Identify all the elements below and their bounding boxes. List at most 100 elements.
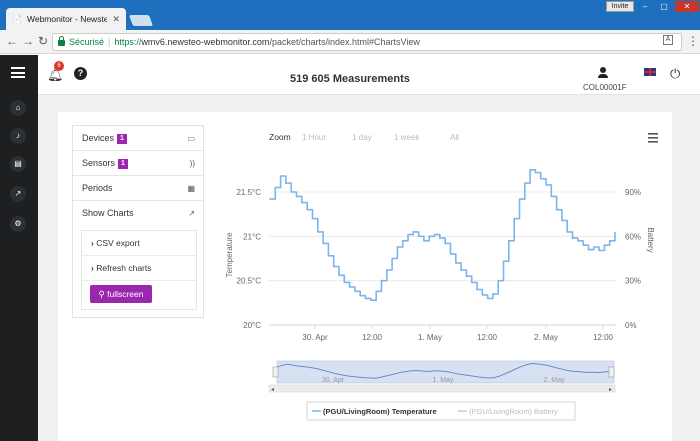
forward-icon[interactable]: → (22, 34, 34, 48)
data-point (380, 279, 383, 282)
navigator-tick-label: 1. May (432, 377, 454, 384)
new-tab-button[interactable] (128, 15, 154, 26)
user-icon[interactable] (598, 67, 608, 79)
x-tick-label: 12:00 (593, 333, 614, 342)
reload-icon[interactable]: ↻ (38, 34, 48, 48)
x-tick-label: 1. May (418, 333, 442, 342)
data-point (555, 208, 558, 211)
user-id[interactable]: COL00001F (583, 83, 627, 92)
home-icon[interactable]: ⌂ (10, 100, 26, 116)
y-tick-label: 20°C (243, 321, 261, 330)
chart-context-menu-icon[interactable] (648, 133, 658, 143)
chart-grid (269, 191, 616, 326)
url-scheme: https:// (114, 37, 142, 47)
invite-button[interactable]: Invite (606, 1, 634, 12)
menu-item-show-charts[interactable]: Show Charts ↗ (73, 201, 203, 226)
translate-icon[interactable]: A (663, 35, 673, 45)
browser-menu-icon[interactable]: ⋮ (687, 34, 699, 48)
menu-item-devices[interactable]: Devices 1 ▭ (73, 126, 203, 151)
navigator-right-handle[interactable] (608, 366, 615, 378)
address-bar: ← → ↻ Sécurisé | https://wmv6.newsteo-we… (0, 30, 700, 54)
csv-export-button[interactable]: › CSV export (82, 231, 196, 256)
data-point (603, 244, 606, 247)
navigator-scrollbar[interactable] (268, 384, 616, 393)
x-tick-label: 12:00 (362, 333, 383, 342)
chevron-right-icon: › (91, 238, 94, 248)
y-axis-title: Temperature (225, 232, 234, 277)
help-icon[interactable]: ? (74, 67, 87, 80)
data-point (444, 242, 447, 245)
data-point (412, 231, 415, 233)
url-input[interactable]: Sécurisé | https://wmv6.newsteo-webmonit… (52, 33, 682, 51)
y2-tick-label: 30% (625, 277, 641, 286)
x-axis: 30. Apr 12:00 1. May 12:00 2. May 12:00 (302, 325, 614, 342)
chart-icon[interactable]: ↗ (10, 186, 26, 202)
minimize-button[interactable]: – (636, 1, 654, 12)
scroll-right-icon[interactable]: ▸ (609, 387, 612, 393)
hamburger-menu-icon[interactable] (11, 67, 25, 78)
data-point (428, 235, 431, 238)
window-close-button[interactable]: ✕ (675, 1, 699, 12)
measurements-count: 519 605 Measurements (290, 73, 410, 85)
data-point (571, 237, 574, 239)
refresh-charts-button[interactable]: › Refresh charts (82, 256, 196, 281)
zoom-label: Zoom (269, 132, 291, 142)
data-point (269, 198, 271, 200)
data-point (300, 201, 303, 204)
secure-label: Sécurisé (69, 37, 105, 47)
sensors-count-badge: 1 (118, 159, 128, 169)
browser-titlebar: 📄 Webmonitor - Newsteo ✕ Invite – ▢ ✕ (0, 0, 700, 30)
app-header: 🔔︎ 6 ? 519 605 Measurements COL00001F ⏻ (38, 55, 700, 95)
data-point (523, 182, 526, 184)
power-icon[interactable]: ⏻ (670, 66, 680, 82)
search-icon: ⚲ (98, 289, 105, 299)
bell-icon[interactable]: ♪ (10, 128, 26, 144)
menu-item-label: Devices (82, 133, 115, 143)
data-point (460, 269, 462, 271)
legend-item[interactable]: (PGU/LivingRoom) Temperature (323, 407, 437, 416)
device-icon: ▭ (187, 134, 195, 143)
data-point (476, 288, 478, 291)
data-point (507, 239, 510, 242)
language-flag-icon[interactable] (644, 68, 656, 76)
data-point (316, 231, 319, 233)
stack-icon[interactable]: ▤ (10, 156, 26, 172)
data-point (348, 286, 351, 288)
menu-item-periods[interactable]: Periods ▦ (73, 176, 203, 201)
devices-count-badge: 1 (117, 134, 127, 144)
menu-item-sensors[interactable]: Sensors 1 )) (73, 151, 203, 176)
menu-item-label: Show Charts (82, 208, 134, 218)
lock-icon (58, 36, 65, 46)
data-point (332, 265, 335, 268)
zoom-button[interactable]: 1 Hour (302, 133, 326, 142)
trend-icon: ↗ (188, 209, 195, 218)
data-point (539, 177, 542, 180)
scroll-left-icon[interactable]: ◂ (271, 387, 274, 393)
zoom-button[interactable]: 1 day (352, 133, 372, 142)
browser-tab[interactable]: 📄 Webmonitor - Newsteo ✕ (6, 8, 126, 30)
y-axis: 20°C 20.5°C 21°C 21.5°C (236, 188, 261, 330)
y-tick-label: 20.5°C (236, 277, 261, 286)
legend-item[interactable]: (PGU/LivingRoom) Battery (469, 407, 558, 416)
fullscreen-button[interactable]: ⚲ fullscreen (90, 285, 152, 303)
back-icon[interactable]: ← (6, 34, 18, 48)
maximize-button[interactable]: ▢ (655, 1, 673, 12)
chevron-right-icon: › (91, 263, 94, 273)
url-path: /packet/charts/index.html#ChartsView (269, 37, 420, 47)
calendar-icon: ▦ (187, 184, 195, 193)
data-point (396, 246, 399, 248)
rss-icon: )) (189, 159, 195, 168)
zoom-button[interactable]: All (450, 133, 459, 142)
fullscreen-label: fullscreen (107, 289, 144, 299)
zoom-button[interactable]: 1 week (394, 133, 420, 142)
url-host: wmv6.newsteo-webmonitor.com (141, 37, 270, 47)
gear-icon[interactable]: ⚙ (10, 216, 26, 232)
url-separator: | (108, 37, 111, 47)
x-tick-label: 2. May (534, 333, 558, 342)
navigator-left-handle[interactable] (272, 366, 279, 378)
chart-actions: › CSV export › Refresh charts ⚲ fullscre… (81, 230, 197, 310)
menu-item-label: Periods (82, 183, 113, 193)
navigator-tick-label: 2. May (543, 377, 565, 384)
chart-menu: Devices 1 ▭ Sensors 1 )) Periods ▦ Show Ch… (72, 125, 204, 318)
tab-close-icon[interactable]: ✕ (112, 14, 120, 25)
